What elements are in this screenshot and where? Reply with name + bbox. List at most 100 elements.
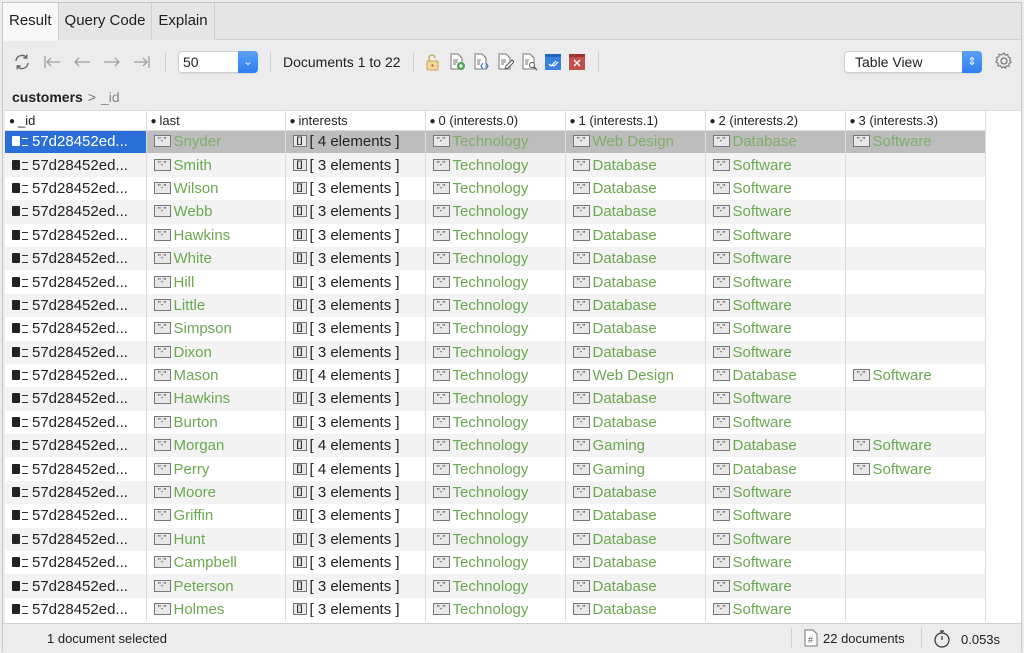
cell-i3[interactable] [845,527,986,552]
edit-json-icon[interactable] [472,53,490,71]
cell-interests[interactable]: [ 4 elements ] [285,363,426,388]
view-mode-select[interactable]: Table View ⇕ [844,51,982,73]
column-header[interactable]: ● 0 (interests.0) [425,111,566,131]
cell-i3[interactable] [845,551,986,575]
cell-i3[interactable] [845,410,986,435]
cell-last[interactable]: Burton [146,410,286,435]
cell-interests[interactable]: [ 3 elements ] [285,410,426,435]
table-row[interactable]: 57d28452ed...Morgan[ 4 elements ]Technol… [5,434,986,458]
cell-i0[interactable]: Technology [425,551,566,575]
lock-icon[interactable] [424,53,442,71]
cell-id[interactable]: 57d28452ed... [5,317,147,341]
cell-i3[interactable] [845,504,986,528]
cell-i3[interactable] [845,317,986,341]
cell-id[interactable]: 57d28452ed... [5,153,147,177]
cell-i1[interactable]: Database [565,480,706,505]
cell-i0[interactable]: Technology [425,246,566,271]
column-header[interactable]: ● interests [285,111,426,131]
cell-id[interactable]: 57d28452ed... [5,551,147,575]
cell-i0[interactable]: Technology [425,223,566,247]
cell-i0[interactable]: Technology [425,480,566,505]
table-row[interactable]: 57d28452ed...Hawkins[ 3 elements ]Techno… [5,223,986,247]
cell-last[interactable]: Dixon [146,340,286,364]
cell-i3[interactable] [845,387,986,411]
cell-i2[interactable]: Software [705,200,846,224]
cell-i1[interactable]: Database [565,551,706,575]
table-row[interactable]: 57d28452ed...Moore[ 3 elements ]Technolo… [5,480,986,505]
column-header[interactable]: ● 3 (interests.3) [845,111,986,131]
cell-interests[interactable]: [ 3 elements ] [285,270,426,294]
cell-i1[interactable]: Database [565,200,706,224]
tab-result[interactable]: Result [3,3,59,41]
table-row[interactable]: 57d28452ed...Campbell[ 3 elements ]Techn… [5,551,986,575]
table-row[interactable]: 57d28452ed...Webb[ 3 elements ]Technolog… [5,200,986,224]
cell-i3[interactable] [845,223,986,247]
cell-i2[interactable]: Software [705,480,846,505]
cell-i2[interactable]: Software [705,387,846,411]
cell-i3[interactable]: Software [845,434,986,458]
table-row[interactable]: 57d28452ed...Wilson[ 3 elements ]Technol… [5,176,986,201]
column-header[interactable]: ● 2 (interests.2) [705,111,846,131]
cell-i3[interactable] [845,597,986,622]
cell-last[interactable]: Little [146,293,286,318]
cell-last[interactable]: Wilson [146,176,286,201]
gear-icon[interactable] [993,51,1015,73]
cell-interests[interactable]: [ 3 elements ] [285,176,426,201]
cell-interests[interactable]: [ 3 elements ] [285,551,426,575]
cell-id[interactable]: 57d28452ed... [5,340,147,364]
cell-last[interactable]: Webb [146,200,286,224]
cell-i1[interactable]: Database [565,574,706,598]
cell-i2[interactable]: Software [705,246,846,271]
cell-last[interactable]: Morgan [146,434,286,458]
cell-id[interactable]: 57d28452ed... [5,574,147,598]
cell-i2[interactable]: Software [705,153,846,177]
cell-i2[interactable]: Software [705,527,846,552]
cell-i1[interactable]: Database [565,387,706,411]
table-row[interactable]: 57d28452ed...Holmes[ 3 elements ]Technol… [5,597,986,622]
cell-i3[interactable] [845,270,986,294]
cell-i1[interactable]: Web Design [565,130,706,154]
cell-i2[interactable]: Database [705,363,846,388]
cell-i1[interactable]: Database [565,504,706,528]
first-page-icon[interactable] [41,51,63,73]
cell-i2[interactable]: Software [705,340,846,364]
column-header[interactable]: ● 1 (interests.1) [565,111,706,131]
cell-last[interactable]: Simpson [146,317,286,341]
cell-last[interactable]: Campbell [146,551,286,575]
cell-i3[interactable] [845,176,986,201]
cell-interests[interactable]: [ 3 elements ] [285,293,426,318]
cell-id[interactable]: 57d28452ed... [5,246,147,271]
cell-last[interactable]: Moore [146,480,286,505]
table-row[interactable]: 57d28452ed...Hunt[ 3 elements ]Technolog… [5,527,986,552]
cell-i0[interactable]: Technology [425,363,566,388]
column-header[interactable]: ● _id [5,111,147,131]
cell-interests[interactable]: [ 3 elements ] [285,153,426,177]
cell-i1[interactable]: Database [565,340,706,364]
cell-i1[interactable]: Gaming [565,457,706,481]
cell-last[interactable]: Perry [146,457,286,481]
cell-i0[interactable]: Technology [425,527,566,552]
page-size-select[interactable]: 50 ⌄ [178,51,258,73]
cell-interests[interactable]: [ 3 elements ] [285,527,426,552]
cell-id[interactable]: 57d28452ed... [5,457,147,481]
cell-i1[interactable]: Database [565,223,706,247]
cell-i3[interactable]: Software [845,457,986,481]
cell-last[interactable]: Griffin [146,504,286,528]
cell-i1[interactable]: Database [565,317,706,341]
cell-interests[interactable]: [ 3 elements ] [285,387,426,411]
cell-i3[interactable] [845,153,986,177]
cell-i0[interactable]: Technology [425,574,566,598]
prev-page-icon[interactable] [71,51,93,73]
table-row[interactable]: 57d28452ed...Smith[ 3 elements ]Technolo… [5,153,986,177]
cell-i3[interactable] [845,340,986,364]
cell-last[interactable]: White [146,246,286,271]
cell-i1[interactable]: Database [565,527,706,552]
cell-i2[interactable]: Software [705,574,846,598]
cell-last[interactable]: Snyder [146,130,286,154]
cell-i0[interactable]: Technology [425,340,566,364]
cell-i2[interactable]: Software [705,597,846,622]
cell-i0[interactable]: Technology [425,130,566,154]
cell-i0[interactable]: Technology [425,410,566,435]
cell-interests[interactable]: [ 4 elements ] [285,130,426,154]
cell-i0[interactable]: Technology [425,176,566,201]
